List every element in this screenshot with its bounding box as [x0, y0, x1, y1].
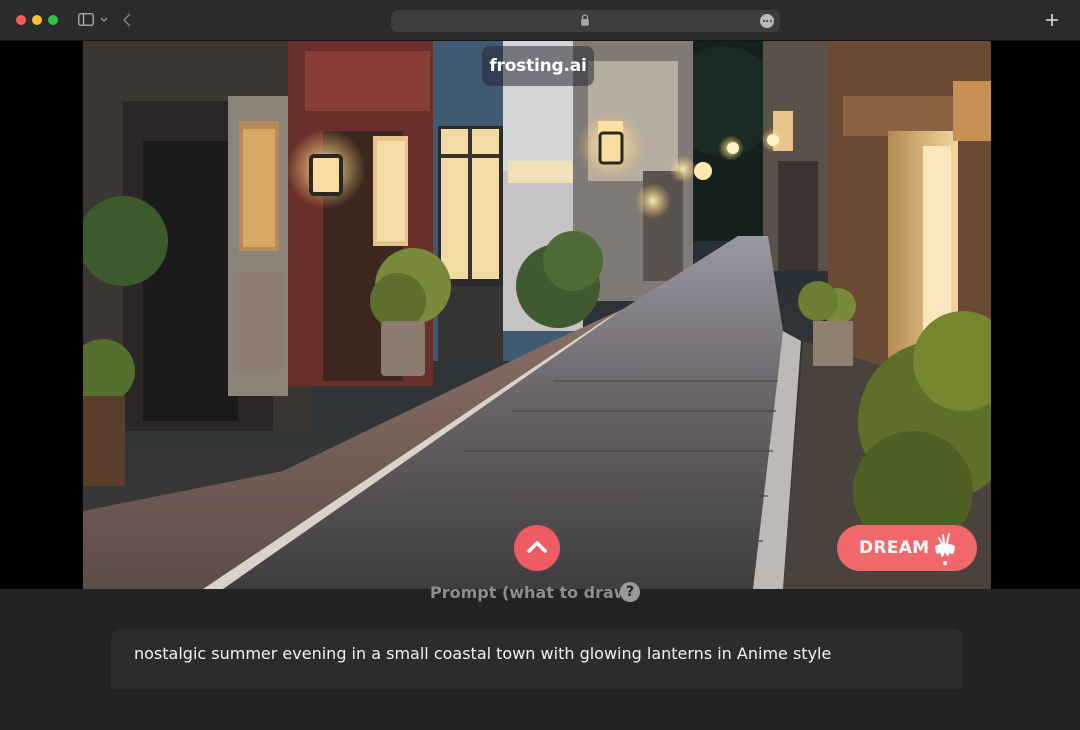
prompt-input-text[interactable]: nostalgic summer evening in a small coas…: [134, 644, 831, 663]
chevron-up-icon: [527, 541, 547, 553]
dripping-cupcake-icon: [935, 533, 955, 565]
chevron-down-icon[interactable]: [99, 11, 109, 29]
prompt-label: Prompt (what to draw): [430, 583, 636, 602]
app-page: frosting.ai: [0, 41, 1080, 730]
address-bar[interactable]: [391, 10, 780, 32]
close-window-button[interactable]: [16, 15, 26, 25]
minimize-window-button[interactable]: [32, 15, 42, 25]
help-icon[interactable]: ?: [620, 582, 640, 602]
dream-button-label: DREAM: [859, 538, 930, 558]
more-icon[interactable]: [760, 14, 774, 28]
sidebar-toggle-icon[interactable]: [78, 13, 94, 26]
prompt-input[interactable]: nostalgic summer evening in a small coas…: [111, 629, 963, 689]
generated-image[interactable]: [83, 41, 991, 589]
zoom-window-button[interactable]: [48, 15, 58, 25]
lock-icon: [581, 14, 589, 26]
browser-toolbar: [0, 0, 1080, 41]
dream-button[interactable]: DREAM: [837, 525, 977, 571]
new-tab-icon[interactable]: [1044, 12, 1060, 28]
brand-logo: frosting.ai: [482, 46, 594, 86]
expand-toggle-button[interactable]: [514, 525, 560, 571]
back-icon[interactable]: [121, 11, 133, 29]
